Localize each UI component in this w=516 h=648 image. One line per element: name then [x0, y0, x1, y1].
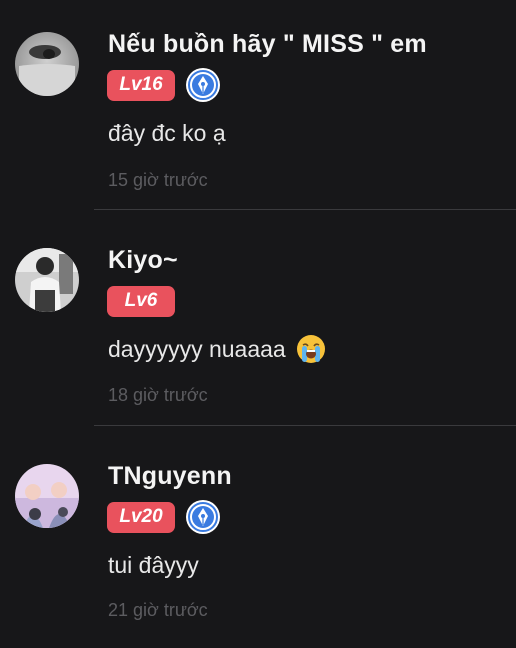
username[interactable]: Kiyo~	[108, 246, 178, 275]
comment-text: đây đc ko ạ	[108, 120, 226, 147]
level-badge: Lv16	[107, 69, 175, 101]
comment-timestamp: 18 giờ trước	[108, 385, 208, 405]
pen-badge-icon	[186, 68, 220, 102]
comment-text-content: dayyyyyy nuaaaa	[108, 335, 286, 362]
divider	[94, 209, 516, 210]
badge-row: Lv16	[107, 68, 220, 102]
badge-row: Lv20	[107, 500, 220, 534]
user-avatar[interactable]	[15, 464, 79, 528]
comment-timestamp: 15 giờ trước	[108, 170, 208, 190]
level-badge: Lv6	[107, 285, 175, 317]
comment-text-content: tui đâyyy	[108, 552, 199, 578]
avatar-photo-group	[15, 464, 79, 528]
comment-text: dayyyyyy nuaaaa	[108, 334, 326, 364]
user-avatar[interactable]	[15, 248, 79, 312]
avatar-photo-eye	[15, 32, 79, 96]
comment-timestamp: 21 giờ trước	[108, 600, 208, 620]
username[interactable]: Nếu buồn hãy " MISS " em	[108, 30, 427, 59]
avatar-photo-person	[15, 248, 79, 312]
loudly-crying-face-icon	[296, 335, 325, 363]
comment-item: Kiyo~ Lv6 dayyyyyy nuaaaa 18 giờ trước	[0, 216, 516, 432]
pen-badge-icon	[186, 500, 220, 534]
comment-text-content: đây đc ko ạ	[108, 120, 226, 146]
badge-row: Lv6	[107, 284, 175, 318]
comment-item: TNguyenn Lv20 tui đâyyy 21 giờ trước	[0, 432, 516, 648]
username[interactable]: TNguyenn	[108, 462, 232, 491]
level-badge: Lv20	[107, 501, 175, 533]
user-avatar[interactable]	[15, 32, 79, 96]
comment-item: Nếu buồn hãy " MISS " em Lv16 đây đc ko …	[0, 0, 516, 216]
comment-text: tui đâyyy	[108, 552, 199, 579]
divider	[94, 425, 516, 426]
